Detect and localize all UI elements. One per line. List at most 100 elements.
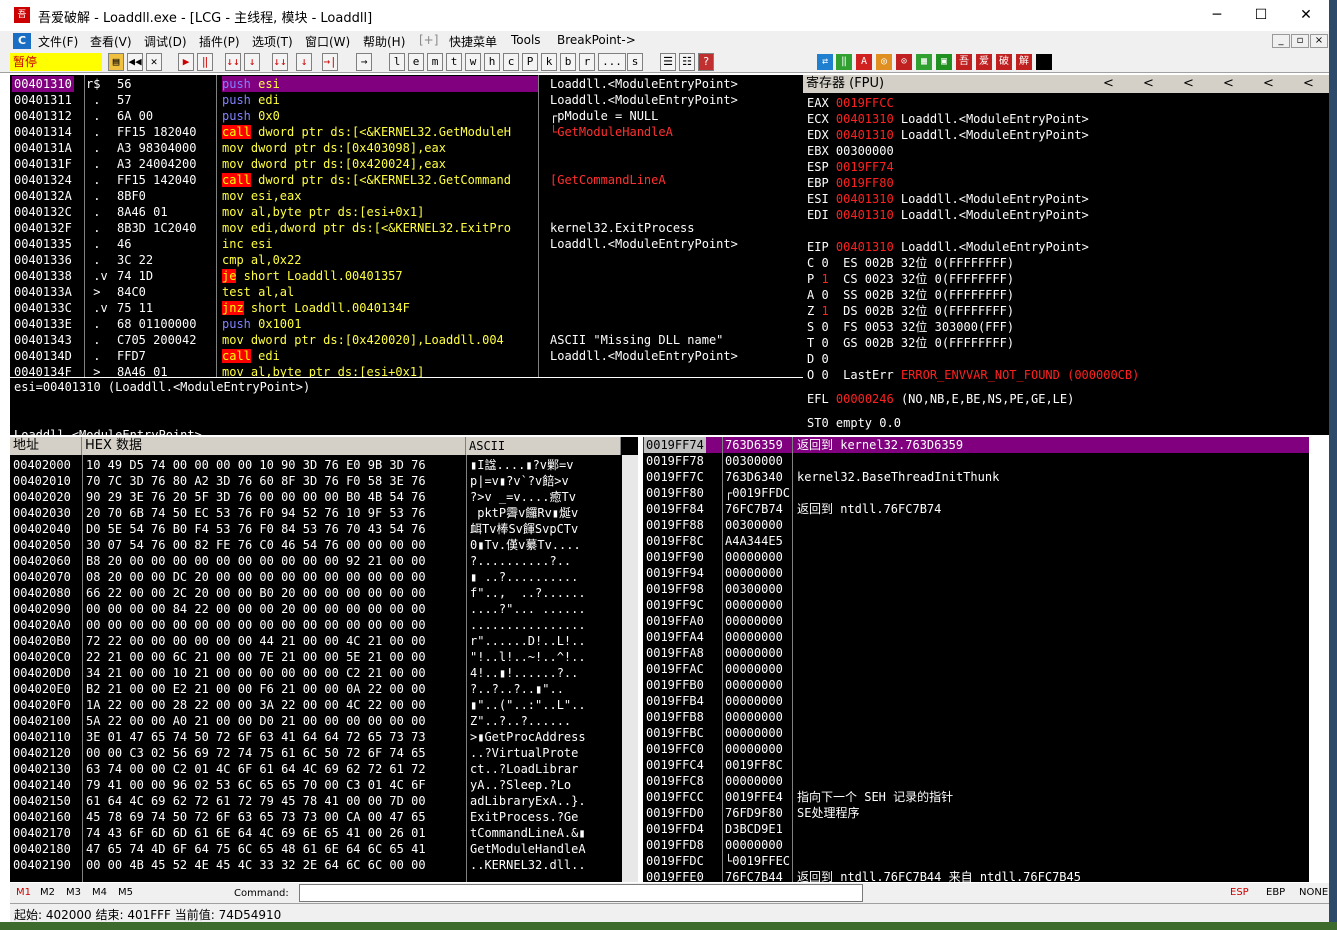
maximize-button[interactable]: ☐ bbox=[1247, 4, 1275, 26]
disasm-row[interactable]: 00401338 .v 74 1D je short Loaddll.0040135… bbox=[10, 268, 808, 284]
stack-row[interactable]: 0019FFC4 0019FF8C bbox=[643, 757, 1309, 773]
disasm-row[interactable]: 0040131A . A3 98304000 mov dword ptr ds:[0… bbox=[10, 140, 808, 156]
step-over-icon[interactable]: ↓ bbox=[244, 53, 260, 71]
trace-into-icon[interactable]: ↓↓ bbox=[272, 53, 288, 71]
tab-m5[interactable]: M5 bbox=[118, 887, 133, 898]
dump-header-hex[interactable]: HEX 数据 bbox=[82, 437, 466, 455]
dump-scrollbar[interactable] bbox=[622, 455, 638, 882]
stack-row[interactable]: 0019FF84 76FC7B74 返回到 ntdll.76FC7B74 bbox=[643, 501, 1309, 517]
breakpoints-window-button[interactable]: b bbox=[560, 53, 576, 71]
callstack-window-button[interactable]: k bbox=[541, 53, 557, 71]
mdi-close-button[interactable]: × bbox=[1310, 34, 1328, 48]
dump-header-ascii[interactable]: ASCII bbox=[466, 437, 621, 455]
menu-view[interactable]: 查看(V) bbox=[90, 33, 132, 50]
stack-row[interactable]: 0019FFB4 00000000 bbox=[643, 693, 1309, 709]
stack-row[interactable]: 0019FFAC 00000000 bbox=[643, 661, 1309, 677]
dump-row[interactable]: 004020A0 00 00 00 00 00 00 00 00 00 00 00… bbox=[10, 617, 622, 633]
registers-pane[interactable]: 寄存器 (FPU) < < < < < < EAX 0019FFCC ECX 00… bbox=[803, 75, 1329, 435]
minimize-button[interactable]: ─ bbox=[1203, 4, 1231, 26]
disasm-row[interactable]: 0040133A >84C0 test al,al bbox=[10, 284, 808, 300]
disasm-row[interactable]: 00401324 . FF15 142040 call dword ptr ds:[… bbox=[10, 172, 808, 188]
disasm-row[interactable]: 0040133C .v 75 11 jnz short Loaddll.004013… bbox=[10, 300, 808, 316]
menu-breakpoint[interactable]: BreakPoint-> bbox=[557, 33, 636, 47]
disasm-row[interactable]: 00401335 . 46 inc esi Loaddll.<ModuleEntryP… bbox=[10, 236, 808, 252]
tab-m3[interactable]: M3 bbox=[66, 887, 81, 898]
run-icon[interactable]: ▶ bbox=[178, 53, 194, 71]
stack-row[interactable]: 0019FFC0 00000000 bbox=[643, 741, 1309, 757]
dump-pane[interactable]: 地址 HEX 数据 ASCII 00402000 10 49 D5 74 00 0… bbox=[10, 437, 638, 882]
close-process-icon[interactable]: ✕ bbox=[146, 53, 162, 71]
dump-row[interactable]: 00402090 00 00 00 00 84 22 00 00 00 20 00… bbox=[10, 601, 622, 617]
stack-row[interactable]: 0019FF7C 763D6340 kernel32.BaseThreadInitT… bbox=[643, 469, 1309, 485]
dump-row[interactable]: 004020D0 34 21 00 00 10 21 00 00 00 00 00… bbox=[10, 665, 622, 681]
menu-window[interactable]: 窗口(W) bbox=[305, 33, 350, 50]
dump-row[interactable]: 00402130 63 74 00 00 C2 01 4C 6F 61 64 4C… bbox=[10, 761, 622, 777]
menu-debug[interactable]: 调试(D) bbox=[144, 33, 187, 50]
stack-row[interactable]: 0019FFC8 00000000 bbox=[643, 773, 1309, 789]
jie-icon[interactable]: 解 bbox=[1016, 54, 1032, 70]
pause-plugin-icon[interactable]: ‖ bbox=[836, 54, 852, 70]
stack-row[interactable]: 0019FF80 ┌0019FFDC bbox=[643, 485, 1309, 501]
register-row[interactable]: EBP 0019FF80 bbox=[807, 175, 894, 191]
grid-icon[interactable]: ▦ bbox=[916, 54, 932, 70]
flag-row[interactable]: Z 1 DS 002B 32位 0(FFFFFFFF) bbox=[807, 303, 1014, 319]
source-window-button[interactable]: s bbox=[627, 53, 643, 71]
dump-row[interactable]: 004020B0 72 22 00 00 00 00 00 00 44 21 00… bbox=[10, 633, 622, 649]
stack-row[interactable]: 0019FFD8 00000000 bbox=[643, 837, 1309, 853]
none-button[interactable]: NONE bbox=[1299, 887, 1328, 898]
options-icon[interactable]: ☷ bbox=[679, 53, 695, 71]
register-row[interactable]: ESI 00401310 Loaddll.<ModuleEntryPoint> bbox=[807, 191, 1089, 207]
flag-row[interactable]: T 0 GS 002B 32位 0(FFFFFFFF) bbox=[807, 335, 1014, 351]
stack-row[interactable]: 0019FFD4 D3BCD9E1 bbox=[643, 821, 1309, 837]
step-into-icon[interactable]: ↓↓ bbox=[225, 53, 241, 71]
disasm-row[interactable]: 0040131F . A3 24004200 mov dword ptr ds:[0… bbox=[10, 156, 808, 172]
stack-row[interactable]: 0019FFBC 00000000 bbox=[643, 725, 1309, 741]
reg-arrow-icon[interactable]: < bbox=[1303, 75, 1314, 93]
dump-row[interactable]: 00402080 66 22 00 00 2C 20 00 00 B0 20 00… bbox=[10, 585, 622, 601]
stack-row[interactable]: 0019FF94 00000000 bbox=[643, 565, 1309, 581]
stack-row[interactable]: 0019FFA8 00000000 bbox=[643, 645, 1309, 661]
dump-row[interactable]: 00402110 3E 01 47 65 74 50 72 6F 63 41 64… bbox=[10, 729, 622, 745]
references-window-button[interactable]: r bbox=[579, 53, 595, 71]
reg-arrow-icon[interactable]: < bbox=[1223, 75, 1234, 93]
menu-shortcuts[interactable]: 快捷菜单 bbox=[449, 33, 497, 50]
dump-row[interactable]: 00402150 61 64 4C 69 62 72 61 72 79 45 78… bbox=[10, 793, 622, 809]
dump-row[interactable]: 00402170 74 43 6F 6D 6D 61 6E 64 4C 69 6E… bbox=[10, 825, 622, 841]
command-input[interactable] bbox=[299, 884, 863, 902]
disasm-row[interactable]: 0040132C . 8A46 01 mov al,byte ptr ds:[esi… bbox=[10, 204, 808, 220]
register-row[interactable]: EDX 00401310 Loaddll.<ModuleEntryPoint> bbox=[807, 127, 1089, 143]
execute-till-return-icon[interactable]: →| bbox=[322, 53, 338, 71]
goto-icon[interactable]: → bbox=[356, 53, 372, 71]
dump-row[interactable]: 00402160 45 78 69 74 50 72 6F 63 65 73 73… bbox=[10, 809, 622, 825]
a-icon[interactable]: A bbox=[856, 54, 872, 70]
register-row[interactable]: ECX 00401310 Loaddll.<ModuleEntryPoint> bbox=[807, 111, 1089, 127]
handles-window-button[interactable]: h bbox=[484, 53, 500, 71]
reg-arrow-icon[interactable]: < bbox=[1183, 75, 1194, 93]
po-icon[interactable]: 破 bbox=[996, 54, 1012, 70]
dump-row[interactable]: 00402010 70 7C 3D 76 80 A2 3D 76 60 8F 3D… bbox=[10, 473, 622, 489]
record-icon[interactable]: ⊙ bbox=[896, 54, 912, 70]
wu-icon[interactable]: 吾 bbox=[956, 54, 972, 70]
tab-m1[interactable]: M1 bbox=[16, 887, 31, 898]
dump-row[interactable]: 00402060 B8 20 00 00 00 00 00 00 00 00 00… bbox=[10, 553, 622, 569]
register-row[interactable]: EDI 00401310 Loaddll.<ModuleEntryPoint> bbox=[807, 207, 1089, 223]
stack-row[interactable]: 0019FFE0 76FC7B44 返回到 ntdll.76FC7B44 来自 nt… bbox=[643, 869, 1309, 882]
stack-row[interactable]: 0019FF74 763D6359 返回到 kernel32.763D6359 bbox=[643, 437, 1309, 453]
dump-row[interactable]: 00402020 90 29 3E 76 20 5F 3D 76 00 00 00… bbox=[10, 489, 622, 505]
disasm-row[interactable]: 00401343 . C705 200042 mov dword ptr ds:[0… bbox=[10, 332, 808, 348]
disasm-row[interactable]: 00401312 . 6A 00 push 0x0 ┌pModule = NULL bbox=[10, 108, 808, 124]
stack-row[interactable]: 0019FFA0 00000000 bbox=[643, 613, 1309, 629]
dump-row[interactable]: 00402040 D0 5E 54 76 B0 F4 53 76 F0 84 53… bbox=[10, 521, 622, 537]
menu-plus[interactable]: [+] bbox=[419, 33, 438, 47]
stack-row[interactable]: 0019FF98 00300000 bbox=[643, 581, 1309, 597]
disasm-row[interactable]: 00401336 . 3C 22 cmp al,0x22 bbox=[10, 252, 808, 268]
stack-row[interactable]: 0019FF88 00300000 bbox=[643, 517, 1309, 533]
dump-row[interactable]: 00402100 5A 22 00 00 A0 21 00 00 D0 21 00… bbox=[10, 713, 622, 729]
pause-icon[interactable]: ‖ bbox=[197, 53, 213, 71]
patches-window-button[interactable]: P bbox=[522, 53, 538, 71]
stack-row[interactable]: 0019FFB8 00000000 bbox=[643, 709, 1309, 725]
dump-header-address[interactable]: 地址 bbox=[10, 437, 82, 455]
menu-help[interactable]: 帮助(H) bbox=[363, 33, 405, 50]
flag-row[interactable]: S 0 FS 0053 32位 303000(FFF) bbox=[807, 319, 1014, 335]
flag-row[interactable]: P 1 CS 0023 32位 0(FFFFFFFF) bbox=[807, 271, 1014, 287]
